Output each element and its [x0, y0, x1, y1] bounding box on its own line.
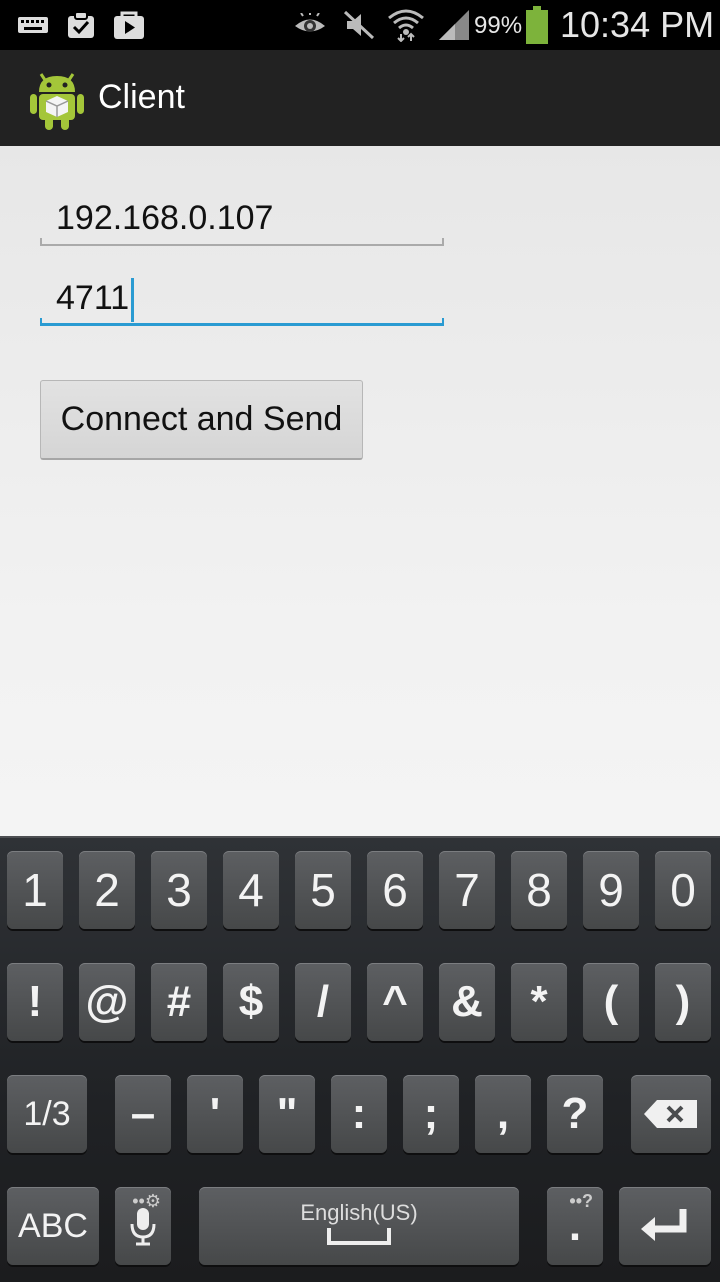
key-ampersand[interactable]: &: [439, 963, 495, 1041]
key-4[interactable]: 4: [223, 851, 279, 929]
key-quote[interactable]: ": [259, 1075, 315, 1153]
voice-input-key[interactable]: ••⚙: [115, 1187, 171, 1265]
key-colon[interactable]: :: [331, 1075, 387, 1153]
status-bar: 99% 10:34 PM: [0, 0, 720, 50]
port-input[interactable]: 4711: [40, 266, 444, 326]
key-apostrophe[interactable]: ': [187, 1075, 243, 1153]
app-title: Client: [98, 78, 185, 116]
key-7[interactable]: 7: [439, 851, 495, 929]
wifi-icon: [386, 9, 426, 42]
key-period[interactable]: ••? .: [547, 1187, 603, 1265]
port-value-wrap: 4711: [56, 278, 135, 322]
key-slash[interactable]: /: [295, 963, 351, 1041]
key-dash[interactable]: –: [115, 1075, 171, 1153]
clipboard-check-icon: [64, 10, 98, 40]
key-exclamation[interactable]: !: [7, 963, 63, 1041]
clock: 10:34 PM: [560, 4, 715, 45]
key-dollar[interactable]: $: [223, 963, 279, 1041]
text-cursor: [131, 278, 135, 322]
ip-input-underline: [40, 238, 444, 246]
key-caret[interactable]: ^: [367, 963, 423, 1041]
battery-icon: [524, 6, 550, 44]
android-app-icon: [30, 66, 84, 130]
key-close-paren[interactable]: ): [655, 963, 711, 1041]
enter-key[interactable]: [619, 1187, 711, 1265]
key-6[interactable]: 6: [367, 851, 423, 929]
key-hash[interactable]: #: [151, 963, 207, 1041]
key-page-1-3[interactable]: 1/3: [7, 1075, 87, 1153]
key-asterisk[interactable]: *: [511, 963, 567, 1041]
keyboard-icon: [16, 10, 50, 40]
signal-icon: [436, 10, 472, 40]
eye-icon: [292, 10, 328, 40]
key-open-paren[interactable]: (: [583, 963, 639, 1041]
key-8[interactable]: 8: [511, 851, 567, 929]
port-input-underline: [40, 318, 444, 326]
key-comma[interactable]: ,: [475, 1075, 531, 1153]
microphone-icon: [130, 1208, 156, 1246]
space-key[interactable]: English(US): [199, 1187, 519, 1265]
key-2[interactable]: 2: [79, 851, 135, 929]
play-store-icon: [112, 10, 146, 40]
backspace-key[interactable]: [631, 1075, 711, 1153]
battery-percent: 99%: [474, 12, 523, 39]
connect-and-send-button[interactable]: Connect and Send: [40, 380, 363, 460]
ip-address-value: 192.168.0.107: [56, 199, 274, 237]
key-3[interactable]: 3: [151, 851, 207, 929]
mute-icon: [342, 10, 376, 40]
soft-keyboard: 1 2 3 4 5 6 7 8 9 0 ! @ # $ / ^ & * ( ) …: [0, 836, 720, 1282]
key-9[interactable]: 9: [583, 851, 639, 929]
ip-address-input[interactable]: 192.168.0.107: [40, 186, 444, 246]
space-bar-icon: [327, 1228, 391, 1245]
key-5[interactable]: 5: [295, 851, 351, 929]
space-language-label: English(US): [300, 1200, 418, 1225]
key-at[interactable]: @: [79, 963, 135, 1041]
backspace-icon: [644, 1100, 697, 1128]
mic-settings-hint: ••⚙: [132, 1191, 161, 1211]
key-0[interactable]: 0: [655, 851, 711, 929]
content-area: 192.168.0.107 4711 Connect and Send: [0, 146, 720, 836]
key-semicolon[interactable]: ;: [403, 1075, 459, 1153]
period-hint: ••?: [569, 1191, 593, 1211]
key-1[interactable]: 1: [7, 851, 63, 929]
port-value: 4711: [56, 278, 130, 317]
key-abc[interactable]: ABC: [7, 1187, 99, 1265]
key-question[interactable]: ?: [547, 1075, 603, 1153]
enter-icon: [641, 1209, 687, 1241]
